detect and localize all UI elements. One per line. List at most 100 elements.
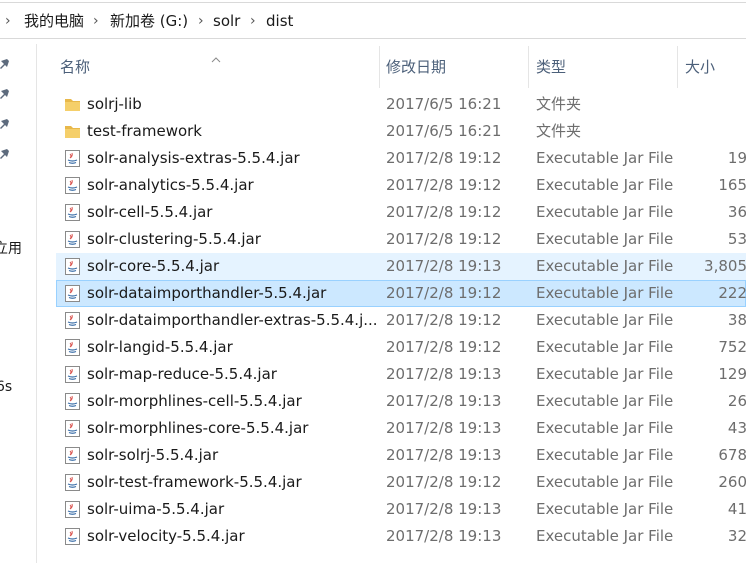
file-name[interactable]: solr-velocity-5.5.4.jar [87, 524, 377, 549]
breadcrumb-item[interactable]: solr [213, 12, 240, 30]
file-name[interactable]: solr-cell-5.5.4.jar [87, 200, 377, 225]
file-type: Executable Jar File [536, 203, 674, 221]
file-name[interactable]: solr-analysis-extras-5.5.4.jar [87, 146, 377, 171]
file-name[interactable]: solr-dataimporthandler-5.5.4.jar [87, 281, 377, 306]
pin-icon[interactable] [0, 88, 10, 100]
jar-icon [63, 338, 82, 357]
file-type: Executable Jar File [536, 365, 674, 383]
file-row[interactable]: solr-core-5.5.4.jar 2017/2/8 19:13 Execu… [56, 253, 746, 280]
file-row[interactable]: solr-cell-5.5.4.jar 2017/2/8 19:12 Execu… [56, 199, 746, 226]
jar-icon [63, 365, 82, 384]
file-row[interactable]: solr-velocity-5.5.4.jar 2017/2/8 19:13 E… [56, 523, 746, 550]
file-modified-date: 2017/2/8 19:12 [386, 473, 502, 491]
file-modified-date: 2017/2/8 19:13 [386, 419, 502, 437]
column-divider[interactable] [677, 46, 678, 88]
file-modified-date: 2017/2/8 19:12 [386, 149, 502, 167]
jar-icon [63, 257, 82, 276]
file-modified-date: 2017/2/8 19:13 [386, 446, 502, 464]
column-header-date[interactable]: 修改日期 [386, 44, 446, 90]
nav-item-label[interactable]: 6s [0, 379, 12, 395]
file-modified-date: 2017/2/8 19:13 [386, 392, 502, 410]
file-row[interactable]: solr-map-reduce-5.5.4.jar 2017/2/8 19:13… [56, 361, 746, 388]
column-header-bar: 名称 修改日期 类型 大小 [38, 44, 746, 90]
file-modified-date: 2017/6/5 16:21 [386, 122, 502, 140]
file-type: Executable Jar File [536, 446, 674, 464]
jar-icon [63, 230, 82, 249]
file-row[interactable]: solr-solrj-5.5.4.jar 2017/2/8 19:13 Exec… [56, 442, 746, 469]
file-name[interactable]: solr-map-reduce-5.5.4.jar [87, 362, 377, 387]
file-modified-date: 2017/2/8 19:13 [386, 500, 502, 518]
sort-ascending-icon [211, 48, 221, 63]
pin-icon[interactable] [0, 148, 10, 160]
file-name[interactable]: test-framework [87, 119, 377, 144]
file-name[interactable]: solr-langid-5.5.4.jar [87, 335, 377, 360]
column-header-type[interactable]: 类型 [536, 44, 566, 90]
file-type: Executable Jar File [536, 392, 674, 410]
column-header-name[interactable]: 名称 [60, 44, 90, 90]
file-size: 165 [718, 176, 746, 194]
file-type: Executable Jar File [536, 149, 674, 167]
file-row[interactable]: test-framework 2017/6/5 16:21 文件夹 [56, 118, 746, 145]
file-size: 752 [718, 338, 746, 356]
address-bar[interactable]: › 我的电脑 › 新加卷 (G:) › solr › dist [0, 0, 746, 44]
jar-icon [63, 446, 82, 465]
file-name[interactable]: solr-solrj-5.5.4.jar [87, 443, 377, 468]
file-name[interactable]: solr-clustering-5.5.4.jar [87, 227, 377, 252]
file-row[interactable]: solrj-lib 2017/6/5 16:21 文件夹 [56, 91, 746, 118]
jar-icon [63, 473, 82, 492]
file-modified-date: 2017/2/8 19:12 [386, 203, 502, 221]
file-modified-date: 2017/2/8 19:12 [386, 311, 502, 329]
file-type: 文件夹 [536, 95, 582, 113]
file-size: 129 [718, 365, 746, 383]
file-modified-date: 2017/2/8 19:12 [386, 284, 502, 302]
jar-icon [63, 311, 82, 330]
breadcrumb-item[interactable]: dist [266, 12, 293, 30]
column-divider[interactable] [528, 46, 529, 88]
file-row[interactable]: solr-morphlines-core-5.5.4.jar 2017/2/8 … [56, 415, 746, 442]
file-row[interactable]: solr-test-framework-5.5.4.jar 2017/2/8 1… [56, 469, 746, 496]
file-type: Executable Jar File [536, 230, 674, 248]
file-size: 41 [727, 500, 746, 518]
file-type: Executable Jar File [536, 284, 674, 302]
file-name[interactable]: solr-test-framework-5.5.4.jar [87, 470, 377, 495]
chevron-right-icon[interactable]: › [250, 12, 256, 30]
file-modified-date: 2017/2/8 19:12 [386, 230, 502, 248]
chevron-right-icon[interactable]: › [5, 12, 11, 30]
file-name[interactable]: solr-dataimporthandler-extras-5.5.4.j... [87, 308, 377, 333]
file-row[interactable]: solr-morphlines-cell-5.5.4.jar 2017/2/8 … [56, 388, 746, 415]
file-row[interactable]: solr-dataimporthandler-5.5.4.jar 2017/2/… [56, 280, 746, 307]
pin-icon[interactable] [0, 118, 10, 130]
file-name[interactable]: solr-morphlines-core-5.5.4.jar [87, 416, 377, 441]
pin-icon[interactable] [0, 58, 10, 70]
breadcrumb-item[interactable]: 我的电脑 [24, 12, 84, 30]
navigation-pane[interactable]: 立用 6s [0, 44, 37, 563]
file-row[interactable]: solr-dataimporthandler-extras-5.5.4.j...… [56, 307, 746, 334]
file-type: Executable Jar File [536, 338, 674, 356]
nav-item-label[interactable]: 立用 [0, 241, 22, 257]
folder-icon [63, 122, 82, 141]
file-name[interactable]: solr-analytics-5.5.4.jar [87, 173, 377, 198]
jar-icon [63, 527, 82, 546]
file-size [693, 92, 746, 117]
file-size: 36 [727, 203, 746, 221]
file-modified-date: 2017/2/8 19:12 [386, 338, 502, 356]
chevron-right-icon[interactable]: › [198, 12, 204, 30]
file-row[interactable]: solr-analysis-extras-5.5.4.jar 2017/2/8 … [56, 145, 746, 172]
breadcrumb-item[interactable]: 新加卷 (G:) [110, 12, 188, 30]
file-row[interactable]: solr-uima-5.5.4.jar 2017/2/8 19:13 Execu… [56, 496, 746, 523]
file-name[interactable]: solr-core-5.5.4.jar [87, 254, 377, 279]
file-name[interactable]: solr-uima-5.5.4.jar [87, 497, 377, 522]
file-name[interactable]: solrj-lib [87, 92, 377, 117]
jar-icon [63, 284, 82, 303]
column-header-size[interactable]: 大小 [685, 44, 715, 90]
file-size: 222 [718, 284, 746, 302]
file-row[interactable]: solr-clustering-5.5.4.jar 2017/2/8 19:12… [56, 226, 746, 253]
chevron-right-icon[interactable]: › [93, 12, 99, 30]
file-size: 260 [718, 473, 746, 491]
file-modified-date: 2017/2/8 19:13 [386, 257, 502, 275]
file-row[interactable]: solr-analytics-5.5.4.jar 2017/2/8 19:12 … [56, 172, 746, 199]
column-divider[interactable] [379, 46, 380, 88]
file-row[interactable]: solr-langid-5.5.4.jar 2017/2/8 19:12 Exe… [56, 334, 746, 361]
file-type: 文件夹 [536, 122, 582, 140]
file-name[interactable]: solr-morphlines-cell-5.5.4.jar [87, 389, 377, 414]
